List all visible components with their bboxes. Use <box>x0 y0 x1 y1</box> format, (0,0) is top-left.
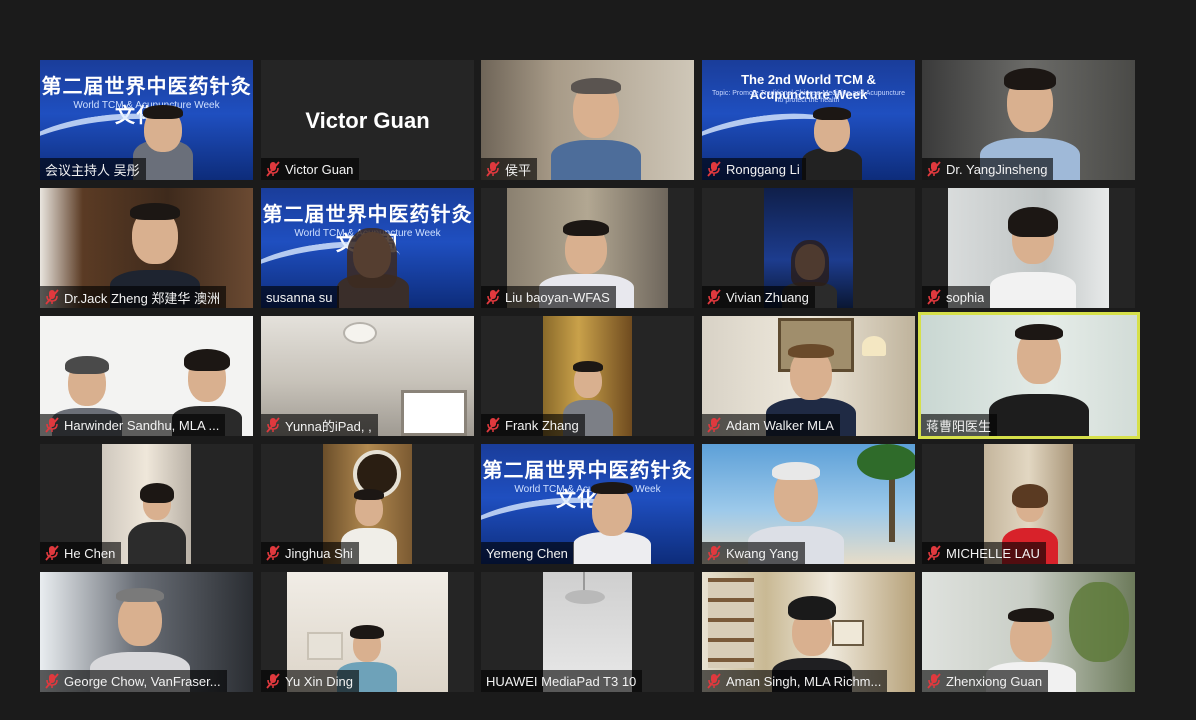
participant-tile[interactable]: George Chow, VanFraser... <box>40 572 253 692</box>
participant-tile[interactable]: Frank Zhang <box>481 316 694 436</box>
participant-tile[interactable]: Jinghua Shi <box>261 444 474 564</box>
participant-video <box>989 318 1089 436</box>
participant-tile[interactable]: Yunna的iPad, , <box>261 316 474 436</box>
participant-name: Frank Zhang <box>481 414 585 436</box>
participant-video <box>551 70 641 180</box>
participant-name: susanna su <box>261 286 339 308</box>
participant-card-name: Victor Guan <box>305 108 430 133</box>
participant-name: Ronggang Li <box>702 158 806 180</box>
muted-mic-icon <box>266 417 280 433</box>
muted-mic-icon <box>927 673 941 689</box>
muted-mic-icon <box>486 161 500 177</box>
participant-name: Harwinder Sandhu, MLA ... <box>40 414 226 436</box>
participant-name: Liu baoyan-WFAS <box>481 286 616 308</box>
participant-name: MICHELLE LAU <box>922 542 1046 564</box>
participant-tile[interactable]: Zhenxiong Guan <box>922 572 1135 692</box>
participant-name: 蒋曹阳医生 <box>921 414 998 436</box>
participant-name: Yemeng Chen <box>481 542 574 564</box>
participant-name: Dr.Jack Zheng 郑建华 澳洲 <box>40 286 227 308</box>
participant-tile[interactable]: HUAWEI MediaPad T3 10 <box>481 572 694 692</box>
muted-mic-icon <box>927 545 941 561</box>
muted-mic-icon <box>707 161 721 177</box>
participant-name: Yu Xin Ding <box>261 670 359 692</box>
participant-tile[interactable]: sophia <box>922 188 1135 308</box>
participant-video <box>573 478 651 564</box>
participant-tile[interactable]: 第二届世界中医药针灸文化周 World TCM & Acupuncture We… <box>261 188 474 308</box>
muted-mic-icon <box>266 161 280 177</box>
muted-mic-icon <box>45 417 59 433</box>
participant-tile[interactable]: He Chen <box>40 444 253 564</box>
participant-tile[interactable]: Kwang Yang <box>702 444 915 564</box>
participant-name: 会议主持人 吴彤 <box>40 158 146 180</box>
participant-tile[interactable]: MICHELLE LAU <box>922 444 1135 564</box>
muted-mic-icon <box>486 289 500 305</box>
participant-tile[interactable]: Adam Walker MLA <box>702 316 915 436</box>
muted-mic-icon <box>266 673 280 689</box>
participant-name: Vivian Zhuang <box>702 286 815 308</box>
muted-mic-icon <box>927 161 941 177</box>
participant-name: Dr. YangJinsheng <box>922 158 1054 180</box>
participant-video <box>990 200 1076 308</box>
participant-video <box>128 478 186 564</box>
muted-mic-icon <box>707 417 721 433</box>
participant-name: Zhenxiong Guan <box>922 670 1049 692</box>
participant-tile[interactable]: Victor Guan Victor Guan <box>261 60 474 180</box>
participant-tile[interactable]: Dr.Jack Zheng 郑建华 澳洲 <box>40 188 253 308</box>
muted-mic-icon <box>486 417 500 433</box>
participant-tile[interactable]: 侯平 <box>481 60 694 180</box>
participant-tile[interactable]: Vivian Zhuang <box>702 188 915 308</box>
participant-video <box>802 100 862 180</box>
participant-name: Yunna的iPad, , <box>261 414 378 436</box>
muted-mic-icon <box>266 545 280 561</box>
muted-mic-icon <box>45 289 59 305</box>
participant-tile[interactable]: 第二届世界中医药针灸文化周 World TCM & Acupuncture We… <box>40 60 253 180</box>
participant-name: Aman Singh, MLA Richm... <box>702 670 888 692</box>
muted-mic-icon <box>707 545 721 561</box>
participant-name: Victor Guan <box>261 158 360 180</box>
active-speaker-tile[interactable]: 蒋曹阳医生 <box>918 312 1140 439</box>
participant-tile[interactable]: The 2nd World TCM & Acupuncture Week Top… <box>702 60 915 180</box>
participant-name: HUAWEI MediaPad T3 10 <box>481 670 643 692</box>
muted-mic-icon <box>707 289 721 305</box>
participant-name: George Chow, VanFraser... <box>40 670 227 692</box>
video-gallery: 第二届世界中医药针灸文化周 World TCM & Acupuncture We… <box>0 0 1196 720</box>
participant-tile[interactable]: 第二届世界中医药针灸文化周 World TCM & Acupuncture We… <box>481 444 694 564</box>
participant-tile[interactable]: Aman Singh, MLA Richm... <box>702 572 915 692</box>
muted-mic-icon <box>45 673 59 689</box>
participant-name: He Chen <box>40 542 122 564</box>
muted-mic-icon <box>707 673 721 689</box>
muted-mic-icon <box>927 289 941 305</box>
participant-name: sophia <box>922 286 991 308</box>
participant-video <box>333 222 413 308</box>
participant-tile[interactable]: Harwinder Sandhu, MLA ... <box>40 316 253 436</box>
participant-tile[interactable]: Liu baoyan-WFAS <box>481 188 694 308</box>
participant-tile[interactable]: Dr. YangJinsheng <box>922 60 1135 180</box>
participant-name: Kwang Yang <box>702 542 805 564</box>
participant-name: Adam Walker MLA <box>702 414 840 436</box>
participant-tile[interactable]: Yu Xin Ding <box>261 572 474 692</box>
participant-name: Jinghua Shi <box>261 542 359 564</box>
muted-mic-icon <box>45 545 59 561</box>
participant-name: 侯平 <box>481 158 538 180</box>
